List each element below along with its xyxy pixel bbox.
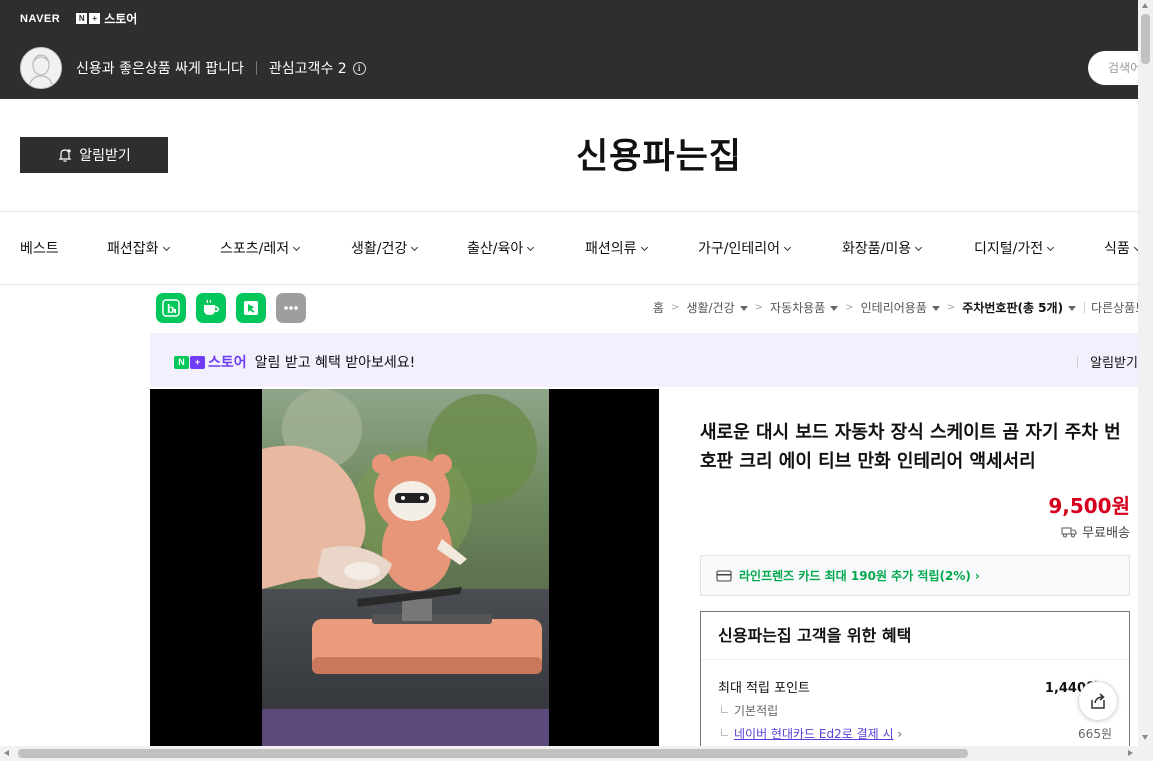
avatar-icon <box>28 54 54 88</box>
share-button[interactable] <box>1078 681 1118 721</box>
horizontal-scrollbar[interactable] <box>0 746 1138 761</box>
store-title[interactable]: 신용파는집 <box>0 128 1138 179</box>
info-icon[interactable]: i <box>352 61 366 75</box>
scroll-right-icon[interactable] <box>1128 750 1133 756</box>
category-item[interactable]: 패션의류 <box>585 238 648 258</box>
sub-item-icon <box>721 706 728 713</box>
fav-count: 관심고객수 2 <box>268 61 347 77</box>
vertical-scroll-thumb[interactable] <box>1141 14 1150 64</box>
card-point-value: 665원 <box>1078 727 1112 741</box>
scroll-up-icon[interactable] <box>1142 3 1148 8</box>
blog-icon[interactable]: b <box>156 293 186 323</box>
caret-down-icon <box>830 306 839 311</box>
n-badge: N <box>174 355 189 369</box>
sub-item-icon <box>721 729 728 736</box>
chevron-right-icon: > <box>946 302 956 313</box>
category-item[interactable]: 가구/인테리어 <box>698 238 792 258</box>
basic-point-row: 기본적립 <box>721 702 778 719</box>
plus-badge: + <box>89 13 101 24</box>
caret-down-icon <box>931 306 940 311</box>
card-point-link[interactable]: 네이버 현대카드 Ed2로 결제 시 <box>734 727 894 741</box>
benefit-title: 신용파는집 고객을 위한 혜택 <box>701 612 1129 660</box>
nplus-store-label: 스토어 <box>104 12 138 26</box>
card-icon <box>716 569 732 582</box>
divider <box>1077 355 1079 368</box>
horizontal-scroll-thumb[interactable] <box>18 749 968 758</box>
more-icon[interactable] <box>276 293 306 323</box>
chevron-down-icon <box>527 243 535 252</box>
caret-down-icon <box>739 306 748 311</box>
brand-row: NAVER N + 스토어 <box>20 10 137 27</box>
chevron-down-icon <box>640 243 648 252</box>
max-point-label: 최대 적립 포인트 <box>718 681 810 696</box>
banner-text: 알림 받고 혜택 받아보세요! <box>254 355 416 371</box>
breadcrumb-item[interactable]: 생활/건강 <box>686 299 748 316</box>
divider <box>0 284 1138 285</box>
shipping-info: 무료배송 <box>1061 522 1130 541</box>
benefit-box: 신용파는집 고객을 위한 혜택 최대 적립 포인트 1,440원 기본적립 네이… <box>700 611 1130 761</box>
caret-down-icon <box>1068 306 1077 311</box>
vertical-scrollbar[interactable] <box>1138 0 1153 761</box>
top-header: NAVER N + 스토어 신용과 좋은상품 싸게 팝니다 관심고객수 2 i … <box>0 0 1153 99</box>
product-price: 9,500원 <box>1048 494 1130 518</box>
avatar[interactable] <box>20 47 62 89</box>
chevron-down-icon <box>915 243 923 252</box>
product-title: 새로운 대시 보드 자동차 장식 스케이트 곰 자기 주차 번호판 크리 에이 … <box>700 422 1121 472</box>
breadcrumb: 홈 > 생활/건강 > 자동차용품 > 인테리어용품 > 주차번호판(총 5개)… <box>653 299 1153 316</box>
seller-info: 신용과 좋은상품 싸게 팝니다 관심고객수 2 i <box>20 47 366 89</box>
category-item[interactable]: 생활/건강 <box>351 238 419 258</box>
category-item[interactable]: 출산/육아 <box>467 238 535 258</box>
category-nav: 베스트 패션잡화 스포츠/레저 생활/건강 출산/육아 패션의류 가구/인테리어… <box>0 212 1138 284</box>
breadcrumb-current[interactable]: 주차번호판(총 5개) <box>962 299 1077 316</box>
chevron-right-icon: > <box>845 302 854 313</box>
category-item[interactable]: 베스트 <box>20 238 59 258</box>
seller-name[interactable]: 신용과 좋은상품 싸게 팝니다 <box>76 58 244 78</box>
banner-alarm-button[interactable]: 알림받기 <box>1090 352 1138 371</box>
category-item[interactable]: 패션잡화 <box>107 238 170 258</box>
breadcrumb-item[interactable]: 인테리어용품 <box>861 299 940 316</box>
product-photo <box>262 389 549 746</box>
category-item[interactable]: 디지털/가전 <box>974 238 1055 258</box>
breadcrumb-item[interactable]: 자동차용품 <box>770 299 839 316</box>
naver-logo[interactable]: NAVER <box>20 13 60 25</box>
max-point-row: 최대 적립 포인트 1,440원 <box>718 677 1112 696</box>
chevron-right-icon: › <box>974 568 980 583</box>
svg-text:b: b <box>167 302 174 316</box>
product-page: NAVER N + 스토어 신용과 좋은상품 싸게 팝니다 관심고객수 2 i … <box>0 0 1153 761</box>
card-offer-text: 라인프렌즈 카드 최대 190원 추가 적립(2%) <box>739 569 971 583</box>
chevron-right-icon: > <box>671 302 680 313</box>
chevron-right-icon: › <box>893 727 903 741</box>
cafe-icon[interactable] <box>196 293 226 323</box>
chevron-down-icon <box>293 243 301 252</box>
card-offer[interactable]: 라인프렌즈 카드 최대 190원 추가 적립(2%) › <box>700 555 1130 596</box>
product-media[interactable] <box>150 389 659 746</box>
chevron-down-icon <box>783 243 792 252</box>
category-item[interactable]: 화장품/미용 <box>842 238 923 258</box>
category-item[interactable]: 스포츠/레저 <box>220 238 301 258</box>
truck-icon <box>1061 526 1077 538</box>
divider <box>255 61 257 75</box>
chevron-down-icon <box>1047 243 1055 252</box>
shipping-label: 무료배송 <box>1082 526 1130 541</box>
nplus-store-logo[interactable]: N + 스토어 <box>76 10 137 27</box>
plus-badge: + <box>190 355 205 369</box>
scroll-left-icon[interactable] <box>4 750 9 756</box>
n-badge: N <box>76 13 88 24</box>
band-icon[interactable] <box>236 293 266 323</box>
chevron-right-icon: > <box>754 302 764 313</box>
banner-message: N + 스토어 알림 받고 혜택 받아보세요! <box>174 352 415 372</box>
breadcrumb-home[interactable]: 홈 <box>653 299 664 316</box>
chevron-down-icon <box>411 243 419 252</box>
scroll-down-icon[interactable] <box>1142 735 1148 740</box>
banner-action[interactable]: 알림받기 <box>1077 352 1138 371</box>
share-icons: b <box>156 293 306 323</box>
notify-banner: N + 스토어 알림 받고 혜택 받아보세요! 알림받기 <box>150 333 1138 387</box>
divider <box>1084 302 1086 313</box>
product-image[interactable] <box>262 389 549 746</box>
banner-store-label: 스토어 <box>208 355 247 371</box>
chevron-down-icon <box>162 243 170 252</box>
card-point-row: 네이버 현대카드 Ed2로 결제 시 › 665원 <box>721 725 1112 742</box>
category-item[interactable]: 식품 <box>1104 238 1138 258</box>
share-icon <box>1091 693 1105 709</box>
